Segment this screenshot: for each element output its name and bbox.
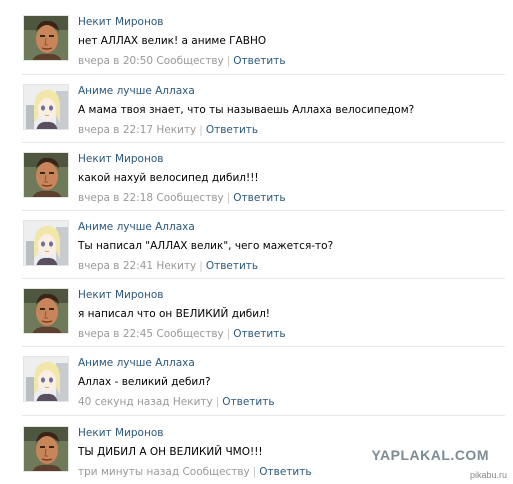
comment-timestamp[interactable]: вчера в 22:18 xyxy=(78,192,153,204)
reply-link[interactable]: Ответить xyxy=(206,260,258,272)
comment-recipient[interactable]: Некиту xyxy=(156,260,196,272)
comment-body: Некит Миронов какой нахуй велосипед диби… xyxy=(78,152,505,205)
comment-author-link[interactable]: Некит Миронов xyxy=(78,288,505,302)
anime-girl-icon xyxy=(24,221,69,266)
male-portrait-icon xyxy=(24,153,69,198)
yaplakal-watermark: YAPLAKAL.COM xyxy=(371,447,489,463)
comment-meta: вчера в 22:45 Сообществу | Ответить xyxy=(78,327,505,341)
comment-author-link[interactable]: Аниме лучше Аллаха xyxy=(78,84,505,98)
comment-divider xyxy=(22,346,505,347)
avatar[interactable] xyxy=(23,152,69,198)
comment-body: Некит Миронов я написал что он ВЕЛИКИЙ д… xyxy=(78,288,505,341)
comment-body: Некит Миронов нет АЛЛАХ велик! а аниме Г… xyxy=(78,15,505,68)
comment-meta: вчера в 20:50 Сообществу | Ответить xyxy=(78,54,505,68)
avatar[interactable] xyxy=(23,220,69,266)
reply-link[interactable]: Ответить xyxy=(222,396,274,408)
comment-recipient[interactable]: Некиту xyxy=(156,124,196,136)
comment-item: Некит Миронов какой нахуй велосипед диби… xyxy=(0,152,513,204)
meta-separator: | xyxy=(199,260,203,272)
reply-link[interactable]: Ответить xyxy=(259,466,311,478)
comment-divider xyxy=(22,278,505,279)
comment-text: Аллах - великий дебил? xyxy=(78,376,211,388)
comment-meta: вчера в 22:18 Сообществу | Ответить xyxy=(78,191,505,205)
reply-link[interactable]: Ответить xyxy=(233,328,285,340)
comment-item: Аниме лучше Аллаха Ты написал "АЛЛАХ вел… xyxy=(0,220,513,272)
comment-text: нет АЛЛАХ велик! а аниме ГАВНО xyxy=(78,35,267,47)
comment-author-link[interactable]: Аниме лучше Аллаха xyxy=(78,356,505,370)
comment-timestamp[interactable]: вчера в 22:45 xyxy=(78,328,153,340)
meta-separator: | xyxy=(226,55,231,67)
comment-meta: 40 секунд назад Некиту | Ответить xyxy=(78,395,505,409)
comment-recipient[interactable]: Сообществу xyxy=(182,466,249,478)
reply-link[interactable]: Ответить xyxy=(206,124,258,136)
male-portrait-icon xyxy=(24,427,69,472)
comment-divider xyxy=(22,74,505,75)
meta-separator: | xyxy=(226,328,231,340)
comment-timestamp[interactable]: 40 секунд назад xyxy=(78,396,170,408)
pikabu-watermark: pikabu.ru xyxy=(469,470,507,480)
reply-link[interactable]: Ответить xyxy=(233,55,285,67)
comment-author-link[interactable]: Некит Миронов xyxy=(78,152,505,166)
avatar[interactable] xyxy=(23,426,69,472)
comment-item: Аниме лучше Аллаха А мама твоя знает, чт… xyxy=(0,84,513,136)
comment-item: Некит Миронов нет АЛЛАХ велик! а аниме Г… xyxy=(0,15,513,67)
avatar[interactable] xyxy=(23,84,69,130)
male-portrait-icon xyxy=(24,16,69,61)
comment-timestamp[interactable]: вчера в 20:50 xyxy=(78,55,153,67)
avatar[interactable] xyxy=(23,15,69,61)
comment-timestamp[interactable]: вчера в 22:41 xyxy=(78,260,153,272)
comment-text: А мама твоя знает, что ты называешь Алла… xyxy=(78,104,415,116)
comment-text: какой нахуй велосипед дибил!!! xyxy=(78,172,259,184)
meta-separator: | xyxy=(226,192,231,204)
anime-girl-icon xyxy=(24,357,69,402)
avatar[interactable] xyxy=(23,288,69,334)
comment-item: Аниме лучше Аллаха Аллах - великий дебил… xyxy=(0,356,513,408)
avatar[interactable] xyxy=(23,356,69,402)
comment-divider xyxy=(22,415,505,416)
comment-timestamp[interactable]: вчера в 22:17 xyxy=(78,124,153,136)
comment-author-link[interactable]: Аниме лучше Аллаха xyxy=(78,220,505,234)
comment-timestamp[interactable]: три минуты назад xyxy=(78,466,179,478)
comment-divider xyxy=(22,210,505,211)
comment-text: Ты написал "АЛЛАХ велик", чего мажется-т… xyxy=(78,240,334,252)
meta-separator: | xyxy=(199,124,203,136)
comment-recipient[interactable]: Сообществу xyxy=(156,328,223,340)
comment-author-link[interactable]: Некит Миронов xyxy=(78,15,505,29)
male-portrait-icon xyxy=(24,289,69,334)
comment-meta: вчера в 22:17 Некиту | Ответить xyxy=(78,123,505,137)
comment-divider xyxy=(22,142,505,143)
comment-meta: три минуты назад Сообществу | Ответить xyxy=(78,465,505,479)
meta-separator: | xyxy=(215,396,220,408)
comment-body: Аниме лучше Аллаха Аллах - великий дебил… xyxy=(78,356,505,409)
reply-link[interactable]: Ответить xyxy=(233,192,285,204)
comment-recipient[interactable]: Некиту xyxy=(173,396,213,408)
comment-recipient[interactable]: Сообществу xyxy=(156,192,223,204)
comment-text: я написал что он ВЕЛИКИЙ дибил! xyxy=(78,308,270,320)
anime-girl-icon xyxy=(24,85,69,130)
comment-body: Аниме лучше Аллаха Ты написал "АЛЛАХ вел… xyxy=(78,220,505,273)
comment-meta: вчера в 22:41 Некиту | Ответить xyxy=(78,259,505,273)
comment-body: Аниме лучше Аллаха А мама твоя знает, чт… xyxy=(78,84,505,137)
meta-separator: | xyxy=(252,466,257,478)
comment-recipient[interactable]: Сообществу xyxy=(156,55,223,67)
comment-author-link[interactable]: Некит Миронов xyxy=(78,426,505,440)
comment-item: Некит Миронов я написал что он ВЕЛИКИЙ д… xyxy=(0,288,513,340)
